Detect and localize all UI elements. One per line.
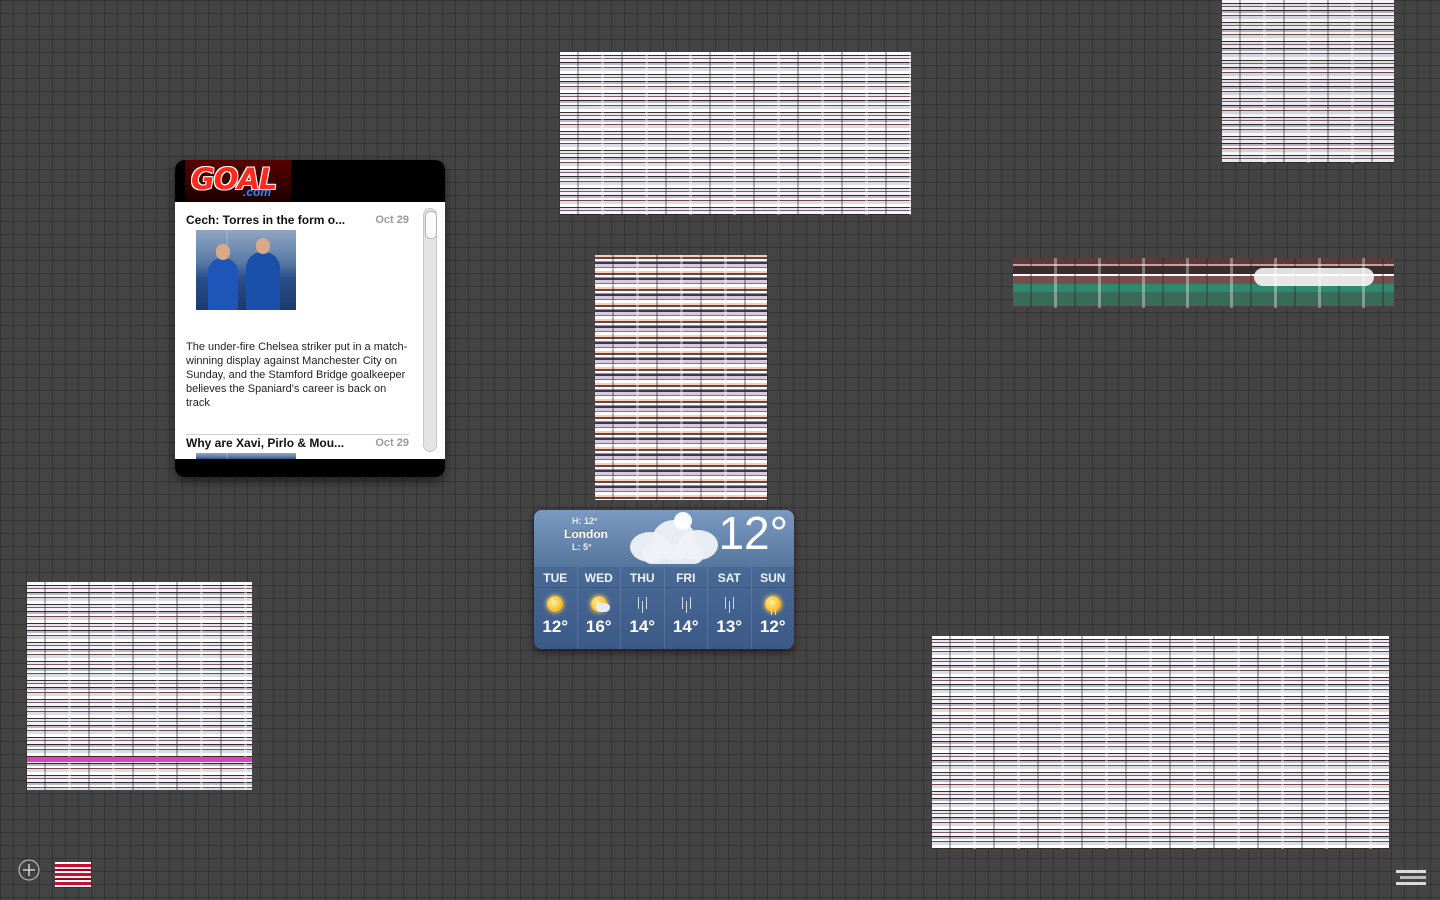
forecast-day-name: SUN [751,569,794,588]
forecast-day-temp: 14° [629,617,656,636]
news-item[interactable]: Cech: Torres in the form o... Oct 29 The… [186,213,409,443]
high-temp: H: 12° [572,516,598,526]
low-temp: L: 5° [572,542,592,552]
forecast-day-temp: 12° [759,617,786,636]
forecast-day-temp: 14° [672,617,699,636]
glitched-widget-left [27,582,252,790]
glitched-widget-top-center [560,52,911,215]
news-item-thumbnail[interactable] [196,453,296,459]
forecast-day: FRI 14° [664,567,708,649]
glitched-thumbnail-bottom-left [55,862,91,888]
news-item-summary: The under-fire Chelsea striker put in a … [186,341,408,409]
glitched-widget-center [595,255,767,500]
glitched-search-bar-widget [1013,258,1394,308]
news-item-date: Oct 29 [375,437,409,449]
glitched-widget-bottom-right [932,636,1389,849]
forecast-day-name: WED [577,569,620,588]
news-scrollbar[interactable] [423,208,437,452]
forecast-day: THU 14° [621,567,665,649]
sun-rain-icon [762,593,784,615]
goal-logo-suffix: .com [243,185,272,199]
rain-icon [718,593,740,615]
forecast-day-temp: 16° [585,617,612,636]
sun-icon [544,593,566,615]
forecast-day-temp: 12° [542,617,569,636]
forecast-day: TUE 12° [534,567,578,649]
news-item-date: Oct 29 [375,214,409,226]
rain-icon [631,593,653,615]
forecast-day-temp: 13° [716,617,743,636]
news-item[interactable]: Why are Xavi, Pirlo & Mou... Oct 29 [186,436,409,459]
goal-news-widget[interactable]: GOAL .com Cech: Torres in the form o... … [175,160,445,477]
news-item-title[interactable]: Why are Xavi, Pirlo & Mou... [186,436,364,450]
forecast-day: SUN 12° [751,567,794,649]
forecast-day-name: THU [621,569,664,588]
goal-logo[interactable]: GOAL .com [185,160,291,202]
forecast-row: TUE 12° WED 16° THU 14° FRI 14° SAT 13° … [534,567,794,649]
forecast-day: SAT 13° [708,567,752,649]
cloud-icon [616,512,726,567]
glitched-search-field [1254,268,1374,286]
news-item-thumbnail[interactable] [196,230,296,310]
forecast-day-name: TUE [534,569,577,588]
forecast-day: WED 16° [577,567,621,649]
news-list[interactable]: Cech: Torres in the form o... Oct 29 The… [175,202,445,459]
rain-icon [675,593,697,615]
widgets-icon [1396,870,1426,885]
glitched-widget-top-right [1222,0,1394,163]
city-name[interactable]: London [564,527,608,541]
current-temperature: 12° [718,510,788,559]
scrollbar-thumb[interactable] [425,211,437,239]
forecast-day-name: SAT [708,569,751,588]
manage-widgets-icon[interactable] [1394,866,1430,890]
news-separator [186,434,409,435]
plus-icon [18,859,40,881]
news-item-title[interactable]: Cech: Torres in the form o... [186,213,364,227]
partly-cloudy-icon [588,593,610,615]
forecast-day-name: FRI [664,569,707,588]
weather-current: H: 12° London L: 5° 12° [534,510,794,567]
dashboard-add-widget-icon[interactable] [14,855,44,885]
weather-widget[interactable]: H: 12° London L: 5° 12° TUE 12° WED 16° … [534,510,794,649]
